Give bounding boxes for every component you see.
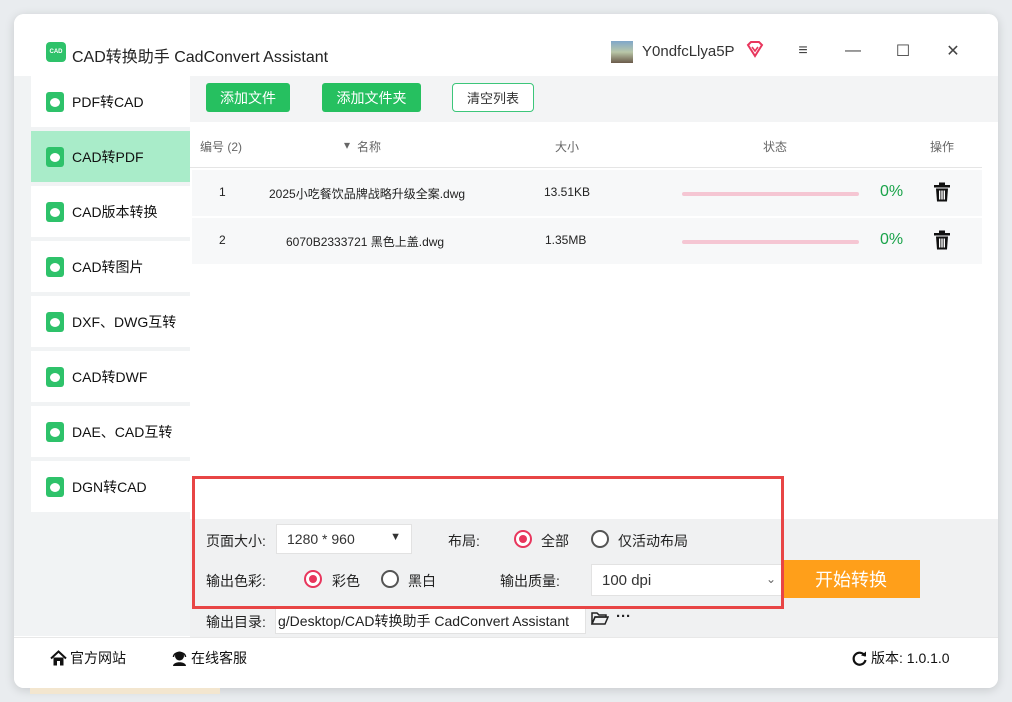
headset-icon — [172, 651, 187, 666]
column-header-status: 状态 — [763, 140, 788, 154]
app-window: CAD CAD转换助手 CadConvert Assistant Y0ndfcL… — [14, 14, 998, 688]
dxf-dwg-icon — [46, 311, 64, 332]
sidebar-item-label: DXF、DWG互转 — [72, 313, 177, 330]
row-file-size: 1.35MB — [545, 233, 587, 247]
color-option-bw[interactable]: 黑白 — [408, 571, 436, 591]
add-folder-button[interactable]: 添加文件夹 — [322, 83, 421, 112]
layout-label: 布局: — [448, 533, 480, 549]
sidebar-item-label: DGN转CAD — [72, 478, 147, 495]
sidebar-item-dae-cad[interactable]: DAE、CAD互转 — [31, 406, 190, 457]
quality-select[interactable]: 100 dpi ⌄ — [591, 564, 783, 596]
sidebar-item-dgn-to-cad[interactable]: DGN转CAD — [31, 461, 190, 512]
clear-list-button[interactable]: 清空列表 — [452, 83, 534, 112]
version-label: 版本: 1.0.1.0 — [871, 650, 950, 666]
sidebar-item-cad-version[interactable]: CAD版本转换 — [31, 186, 190, 237]
sidebar-item-pdf-to-cad[interactable]: PDF转CAD — [31, 76, 190, 127]
app-logo-icon: CAD — [46, 42, 66, 62]
cad-version-icon — [46, 201, 64, 222]
trash-icon[interactable] — [933, 182, 951, 202]
vip-diamond-icon[interactable] — [746, 40, 764, 58]
username[interactable]: Y0ndfcLlya5P — [642, 43, 735, 60]
official-website-link[interactable]: 官方网站 — [50, 648, 126, 668]
layout-option-active[interactable]: 仅活动布局 — [618, 531, 688, 551]
sidebar-item-label: PDF转CAD — [72, 93, 144, 110]
cad-to-image-icon — [46, 256, 64, 277]
color-radio-bw[interactable] — [381, 570, 399, 588]
layout-radio-all[interactable] — [514, 530, 532, 548]
sidebar-item-dxf-dwg[interactable]: DXF、DWG互转 — [31, 296, 190, 347]
online-support-link[interactable]: 在线客服 — [171, 648, 247, 668]
column-header-action: 操作 — [930, 140, 955, 154]
progress-bar — [682, 192, 859, 196]
row-index: 1 — [219, 185, 226, 199]
background-strip — [30, 688, 220, 694]
column-header-size[interactable]: 大小 — [555, 138, 579, 155]
status-bar: 官方网站 在线客服 版本: 1.0.1.0 — [14, 637, 998, 688]
column-header-name[interactable]: 名称 — [357, 138, 381, 155]
cad-to-dwf-icon — [46, 366, 64, 387]
table-row[interactable]: 2 6070B2333721 黑色上盖.dwg 1.35MB 0% — [192, 218, 982, 264]
start-convert-button[interactable]: 开始转换 — [782, 560, 920, 598]
maximize-icon[interactable]: ☐ — [892, 40, 914, 62]
column-header-index[interactable]: 编号 (2) — [200, 138, 242, 155]
progress-bar — [682, 240, 859, 244]
table-row[interactable]: 1 2025小吃餐饮品牌战略升级全案.dwg 13.51KB 0% — [192, 170, 982, 216]
online-support-label: 在线客服 — [191, 650, 247, 666]
sidebar-item-cad-to-pdf[interactable]: CAD转PDF — [31, 131, 190, 182]
menu-icon[interactable]: ≡ — [792, 40, 814, 62]
official-website-label: 官方网站 — [70, 650, 126, 666]
layout-radio-active[interactable] — [591, 530, 609, 548]
caret-down-icon: ▼ — [390, 531, 401, 543]
add-file-button[interactable]: 添加文件 — [206, 83, 290, 112]
color-option-color[interactable]: 彩色 — [332, 571, 360, 591]
home-icon — [50, 649, 67, 665]
avatar[interactable] — [611, 41, 633, 63]
output-dir-field[interactable]: g/Desktop/CAD转换助手 CadConvert Assistant — [275, 608, 586, 634]
page-size-label: 页面大小: — [206, 533, 266, 549]
dgn-to-cad-icon — [46, 476, 64, 497]
output-dir-label: 输出目录: — [206, 614, 266, 630]
chevron-down-icon: ⌄ — [765, 572, 776, 586]
pdf-to-cad-icon — [46, 91, 64, 112]
version-info[interactable]: 版本: 1.0.1.0 — [851, 648, 950, 668]
minimize-icon[interactable]: — — [842, 40, 864, 62]
sidebar-item-label: CAD版本转换 — [72, 203, 158, 220]
cad-to-pdf-icon — [46, 146, 64, 167]
refresh-icon — [852, 651, 867, 666]
page-size-select[interactable]: 1280 * 960 ▼ — [276, 524, 412, 554]
sidebar-item-label: CAD转DWF — [72, 368, 148, 385]
row-file-name: 2025小吃餐饮品牌战略升级全案.dwg — [269, 187, 466, 201]
sidebar-item-cad-to-dwf[interactable]: CAD转DWF — [31, 351, 190, 402]
progress-percent: 0% — [880, 231, 904, 248]
row-file-size: 13.51KB — [544, 185, 591, 199]
sidebar: PDF转CAD CAD转PDF CAD版本转换 CAD转图片 DXF、DWG互转… — [14, 76, 190, 636]
quality-value: 100 dpi — [602, 571, 652, 589]
close-icon[interactable]: ✕ — [942, 40, 964, 62]
file-table-header: 编号 (2) ▾ 名称 大小 状态 操作 — [190, 122, 982, 168]
sidebar-item-cad-to-image[interactable]: CAD转图片 — [31, 241, 190, 292]
row-file-name: 6070B2333721 黑色上盖.dwg — [286, 235, 445, 249]
row-index: 2 — [219, 233, 226, 247]
toolbar: 添加文件 添加文件夹 清空列表 — [190, 76, 998, 122]
page-size-value: 1280 * 960 — [287, 531, 355, 547]
title-bar: CAD CAD转换助手 CadConvert Assistant Y0ndfcL… — [14, 14, 998, 76]
sidebar-item-label: CAD转图片 — [72, 258, 144, 275]
progress-percent: 0% — [880, 183, 904, 200]
sort-desc-icon[interactable]: ▾ — [344, 138, 350, 152]
app-title: CAD转换助手 CadConvert Assistant — [72, 49, 329, 66]
sidebar-item-label: CAD转PDF — [72, 148, 144, 165]
quality-label: 输出质量: — [500, 573, 560, 589]
dae-cad-icon — [46, 421, 64, 442]
layout-option-all[interactable]: 全部 — [541, 531, 569, 551]
more-options-icon[interactable]: ··· — [616, 608, 631, 625]
trash-icon[interactable] — [933, 230, 951, 250]
folder-open-icon[interactable] — [591, 611, 609, 626]
sidebar-item-label: DAE、CAD互转 — [72, 423, 173, 440]
color-radio-color[interactable] — [304, 570, 322, 588]
color-label: 输出色彩: — [206, 573, 266, 589]
